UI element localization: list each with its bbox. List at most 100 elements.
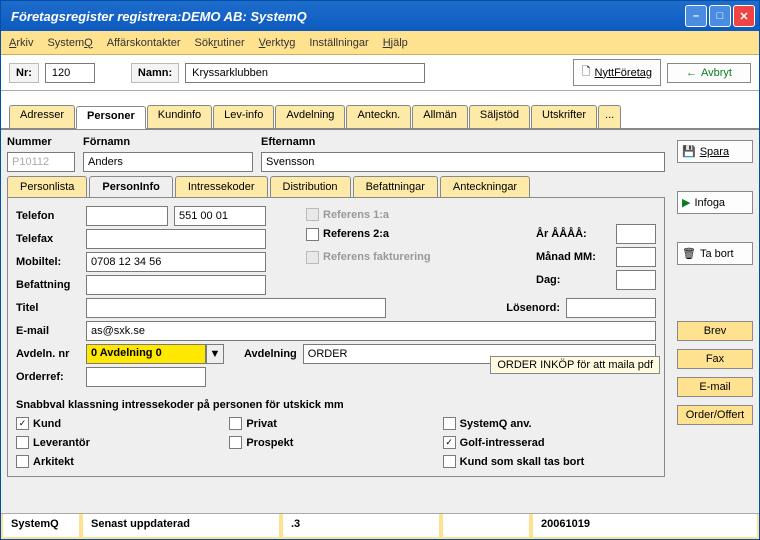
- quickselect-grid: ✓Kund Leverantör Arkitekt Privat Prospek…: [16, 417, 656, 468]
- befattning-label: Befattning: [16, 279, 80, 291]
- menubar: Arkiv SystemQ Affärskontakter Sökrutiner…: [1, 31, 759, 55]
- tab-allman[interactable]: Allmän: [412, 105, 468, 128]
- tooltip: ORDER INKÖP för att maila pdf: [490, 356, 660, 374]
- email-button[interactable]: E-mail: [677, 377, 753, 397]
- nummer-input[interactable]: [7, 152, 75, 172]
- nr-label: Nr:: [9, 63, 39, 83]
- avdeln-combo[interactable]: 0 Avdelning 0 ▼: [86, 344, 224, 364]
- status-5: 20061019: [531, 514, 759, 539]
- namn-value[interactable]: Kryssarklubben: [185, 63, 425, 83]
- tab-kundinfo[interactable]: Kundinfo: [147, 105, 212, 128]
- subtab-distribution[interactable]: Distribution: [270, 176, 351, 197]
- tab-anteckn[interactable]: Anteckn.: [346, 105, 411, 128]
- arrow-left-icon: ←: [686, 67, 697, 79]
- tab-levinfo[interactable]: Lev-info: [213, 105, 274, 128]
- losenord-input[interactable]: [566, 298, 656, 318]
- ref2-checkbox[interactable]: [306, 228, 319, 241]
- ar-label: År ÅÅÅÅ:: [536, 228, 610, 240]
- tab-utskrifter[interactable]: Utskrifter: [531, 105, 597, 128]
- titel-input[interactable]: [86, 298, 386, 318]
- telefon-label: Telefon: [16, 210, 80, 222]
- namn-label: Namn:: [131, 63, 179, 83]
- titlebar: Företagsregister registrera:DEMO AB: Sys…: [1, 1, 759, 31]
- status-3: .3: [281, 514, 441, 539]
- close-button[interactable]: ✕: [733, 5, 755, 27]
- telefax-label: Telefax: [16, 233, 80, 245]
- order-button[interactable]: Order/Offert: [677, 405, 753, 425]
- app-window: Företagsregister registrera:DEMO AB: Sys…: [0, 0, 760, 540]
- befattning-input[interactable]: [86, 275, 266, 295]
- fornamn-input[interactable]: [83, 152, 253, 172]
- telefon-b-input[interactable]: [174, 206, 266, 226]
- dag-input[interactable]: [616, 270, 656, 290]
- nytt-foretag-button[interactable]: 🗋 NyttFöretag: [573, 59, 661, 86]
- chevron-down-icon[interactable]: ▼: [206, 344, 224, 364]
- prospekt-checkbox[interactable]: [229, 436, 242, 449]
- efternamn-input[interactable]: [261, 152, 665, 172]
- main-panel: Nummer Förnamn Efternamn Personlista Per…: [1, 130, 671, 513]
- avdelning-label: Avdelning: [244, 348, 297, 360]
- subtab-personinfo[interactable]: PersonInfo: [89, 176, 172, 197]
- toolbar: Nr: 120 Namn: Kryssarklubben 🗋 NyttFöret…: [1, 55, 759, 91]
- main-tabs: Adresser Personer Kundinfo Lev-info Avde…: [1, 105, 759, 129]
- tab-more[interactable]: ...: [598, 105, 621, 128]
- status-4: [441, 514, 531, 539]
- menu-systemq[interactable]: SystemQ: [47, 37, 92, 49]
- nr-value[interactable]: 120: [45, 63, 95, 83]
- avbryt-button[interactable]: ← Avbryt: [667, 63, 751, 83]
- manad-input[interactable]: [616, 247, 656, 267]
- privat-checkbox[interactable]: [229, 417, 242, 430]
- kund-checkbox[interactable]: ✓: [16, 417, 29, 430]
- arkitekt-checkbox[interactable]: [16, 455, 29, 468]
- spara-button[interactable]: 💾Spara: [677, 140, 753, 163]
- subtab-personlista[interactable]: Personlista: [7, 176, 87, 197]
- email-input[interactable]: [86, 321, 656, 341]
- avdeln-label: Avdeln. nr: [16, 348, 80, 360]
- section-label: Snabbval klassning intressekoder på pers…: [16, 399, 656, 411]
- leverantor-checkbox[interactable]: [16, 436, 29, 449]
- tasbort-checkbox[interactable]: [443, 455, 456, 468]
- mobiltel-label: Mobiltel:: [16, 256, 80, 268]
- trash-icon: 🗑: [682, 247, 696, 260]
- menu-hjalp[interactable]: Hjälp: [383, 37, 408, 49]
- minimize-button[interactable]: –: [685, 5, 707, 27]
- brev-button[interactable]: Brev: [677, 321, 753, 341]
- maximize-button[interactable]: □: [709, 5, 731, 27]
- fax-button[interactable]: Fax: [677, 349, 753, 369]
- nummer-label: Nummer: [7, 136, 75, 148]
- subtab-anteckningar[interactable]: Anteckningar: [440, 176, 530, 197]
- subtab-befattningar[interactable]: Befattningar: [353, 176, 438, 197]
- menu-arkiv[interactable]: Arkiv: [9, 37, 33, 49]
- menu-verktyg[interactable]: Verktyg: [259, 37, 296, 49]
- reffak-checkbox: [306, 251, 319, 264]
- tab-saljstod[interactable]: Säljstöd: [469, 105, 530, 128]
- sysanv-checkbox[interactable]: [443, 417, 456, 430]
- menu-sokrutiner[interactable]: Sökrutiner: [194, 37, 244, 49]
- status-2: Senast uppdaterad: [81, 514, 281, 539]
- tabort-button[interactable]: 🗑Ta bort: [677, 242, 753, 265]
- manad-label: Månad MM:: [536, 251, 610, 263]
- mobiltel-input[interactable]: [86, 252, 266, 272]
- tab-avdelning[interactable]: Avdelning: [275, 105, 345, 128]
- status-1: SystemQ: [1, 514, 81, 539]
- content-area: Nummer Förnamn Efternamn Personlista Per…: [1, 129, 759, 513]
- dag-label: Dag:: [536, 274, 610, 286]
- infoga-button[interactable]: ▶Infoga: [677, 191, 753, 214]
- losenord-label: Lösenord:: [506, 302, 560, 314]
- golf-checkbox[interactable]: ✓: [443, 436, 456, 449]
- play-icon: ▶: [682, 196, 690, 209]
- document-icon: 🗋: [582, 63, 591, 82]
- ar-input[interactable]: [616, 224, 656, 244]
- sub-tabs: Personlista PersonInfo Intressekoder Dis…: [7, 176, 665, 197]
- telefon-a-input[interactable]: [86, 206, 168, 226]
- subtab-intressekoder[interactable]: Intressekoder: [175, 176, 268, 197]
- tab-personer[interactable]: Personer: [76, 106, 146, 129]
- tab-adresser[interactable]: Adresser: [9, 105, 75, 128]
- telefax-input[interactable]: [86, 229, 266, 249]
- efternamn-label: Efternamn: [261, 136, 665, 148]
- menu-affarskontakter[interactable]: Affärskontakter: [107, 37, 181, 49]
- menu-installningar[interactable]: Inställningar: [309, 37, 368, 49]
- orderref-input[interactable]: [86, 367, 206, 387]
- statusbar: SystemQ Senast uppdaterad .3 20061019: [1, 513, 759, 539]
- personinfo-panel: Telefon Telefax Mobiltel:: [7, 197, 665, 477]
